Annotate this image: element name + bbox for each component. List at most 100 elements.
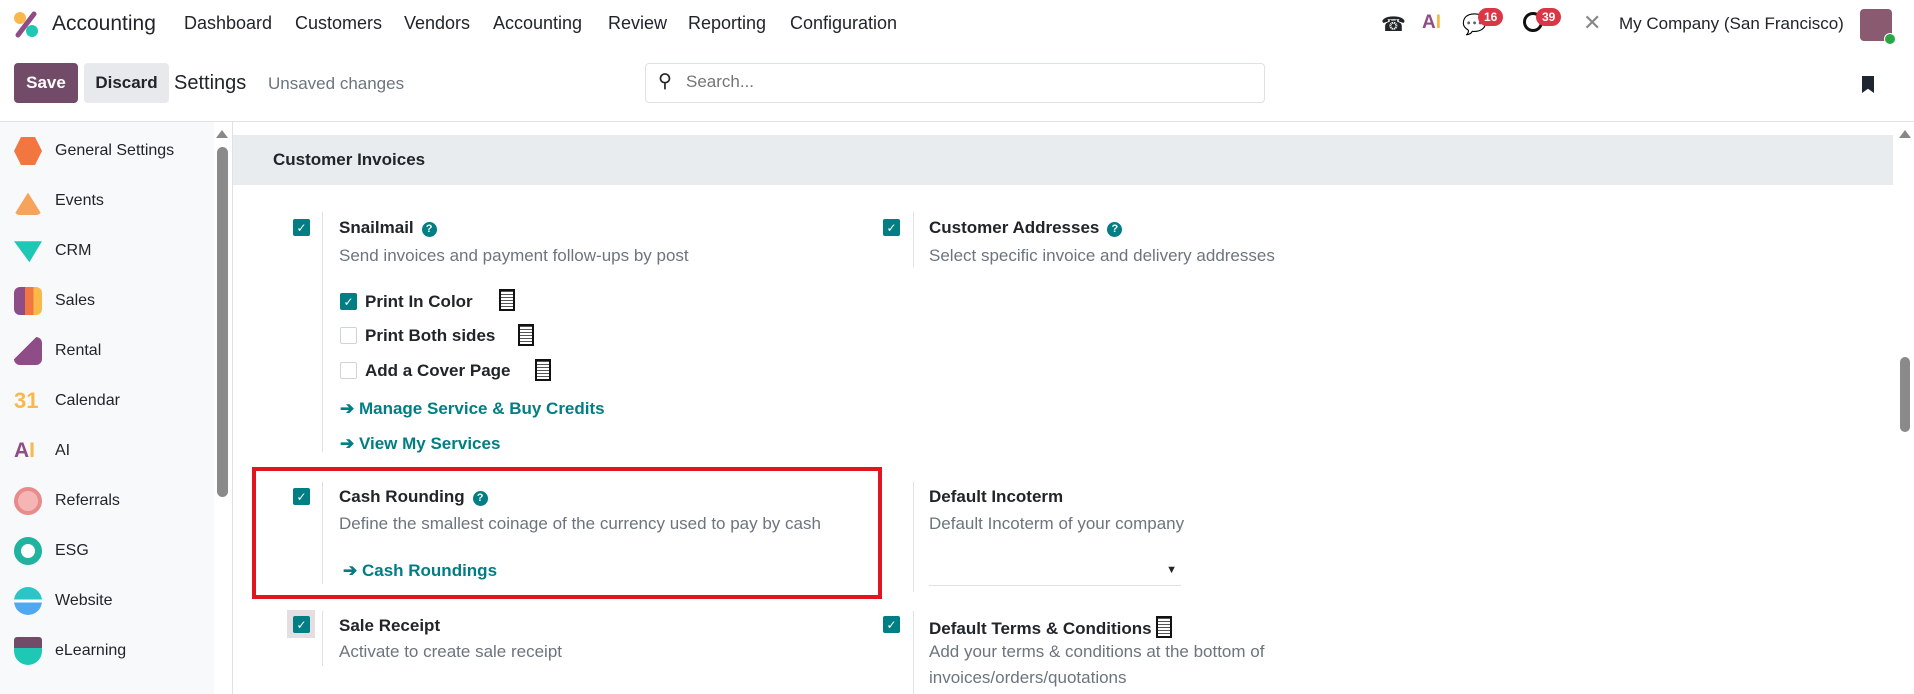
sidebar-scroll-up[interactable] (216, 130, 228, 138)
discard-button[interactable]: Discard (84, 63, 169, 103)
snailmail-label: Snailmail (339, 218, 414, 237)
divider (322, 611, 323, 666)
ai-icon[interactable]: AI (1422, 12, 1441, 34)
default-terms-desc-line1: Add your terms & conditions at the botto… (929, 642, 1265, 661)
main-scrollbar[interactable] (1900, 357, 1910, 432)
menu-vendors[interactable]: Vendors (404, 13, 470, 34)
company-building-icon (518, 324, 534, 346)
customer-addresses-label: Customer Addresses (929, 218, 1100, 237)
help-icon[interactable]: ? (472, 491, 488, 506)
general-settings-icon (14, 137, 42, 165)
divider (322, 482, 323, 584)
phone-icon[interactable]: ☎ (1381, 12, 1406, 37)
sidebar-divider (232, 122, 233, 694)
user-avatar[interactable] (1860, 9, 1896, 45)
sales-icon (14, 287, 42, 315)
print-both-sides-checkbox[interactable] (340, 327, 357, 344)
settings-sidebar: General Settings Events CRM Sales Rental… (0, 122, 214, 694)
snailmail-title: Snailmail? (339, 218, 437, 238)
sidebar-item-crm[interactable]: CRM (0, 231, 212, 271)
top-navbar: Accounting Dashboard Customers Vendors A… (0, 0, 1914, 50)
divider (0, 121, 1914, 122)
default-terms-label: Default Terms & Conditions (929, 619, 1152, 638)
menu-accounting[interactable]: Accounting (493, 13, 582, 34)
cash-roundings-link[interactable]: ➔ Cash Roundings (343, 561, 497, 581)
customer-addresses-desc: Select specific invoice and delivery add… (929, 246, 1275, 265)
crm-icon (14, 241, 42, 263)
debug-tools-icon[interactable]: ✕ (1583, 10, 1601, 36)
activities-badge: 39 (1536, 8, 1562, 26)
events-icon (14, 192, 42, 215)
sidebar-item-events[interactable]: Events (0, 181, 212, 221)
cash-rounding-checkbox[interactable]: ✓ (293, 488, 310, 505)
rental-key-icon (14, 337, 42, 365)
default-terms-title: Default Terms & Conditions (929, 616, 1173, 639)
company-building-icon (1156, 616, 1173, 638)
help-icon[interactable]: ? (421, 222, 437, 237)
arrow-right-icon: ➔ (340, 399, 359, 418)
snailmail-desc: Send invoices and payment follow-ups by … (339, 246, 689, 265)
print-both-sides-label: Print Both sides (365, 326, 496, 345)
incoterm-select[interactable]: ▼ (929, 560, 1181, 586)
default-incoterm-title: Default Incoterm (929, 487, 1064, 506)
sidebar-item-general-settings[interactable]: General Settings (0, 131, 212, 171)
print-in-color-label: Print In Color (365, 292, 473, 311)
snailmail-checkbox[interactable]: ✓ (293, 219, 310, 236)
sidebar-item-ai[interactable]: AI AI (0, 431, 212, 471)
sidebar-item-esg[interactable]: ESG (0, 531, 212, 571)
menu-reporting[interactable]: Reporting (688, 13, 766, 34)
sidebar-item-elearning[interactable]: eLearning (0, 631, 212, 671)
help-icon[interactable]: ? (1107, 222, 1123, 237)
link-label: Manage Service & Buy Credits (358, 399, 605, 418)
cash-rounding-title: Cash Rounding? (339, 487, 488, 507)
sidebar-item-calendar[interactable]: 31 Calendar (0, 381, 212, 421)
divider (913, 611, 914, 694)
ai-app-icon: AI (14, 439, 36, 462)
default-terms-desc-line2: invoices/orders/quotations (929, 668, 1127, 687)
app-logo-icon[interactable] (12, 10, 40, 38)
divider (322, 212, 323, 452)
elearning-icon (14, 637, 42, 665)
section-header: Customer Invoices (233, 135, 1893, 185)
sidebar-item-rental[interactable]: Rental (0, 331, 212, 371)
manage-credits-link[interactable]: ➔ Manage Service & Buy Credits (340, 399, 605, 419)
print-in-color-checkbox[interactable]: ✓ (340, 293, 357, 310)
menu-review[interactable]: Review (608, 13, 667, 34)
sidebar-item-referrals[interactable]: Referrals (0, 481, 212, 521)
divider (913, 212, 914, 267)
customer-addresses-title: Customer Addresses? (929, 218, 1123, 238)
calendar-icon: 31 (14, 388, 39, 413)
bookmark-icon[interactable] (1862, 76, 1874, 93)
menu-dashboard[interactable]: Dashboard (184, 13, 272, 34)
search-box[interactable]: ⚲ (645, 63, 1265, 103)
search-icon: ⚲ (658, 71, 672, 92)
sale-receipt-desc: Activate to create sale receipt (339, 642, 563, 661)
esg-icon (14, 537, 42, 565)
app-name[interactable]: Accounting (52, 12, 156, 36)
menu-customers[interactable]: Customers (295, 13, 382, 34)
cover-page-checkbox[interactable] (340, 362, 357, 379)
main-scroll-up[interactable] (1899, 130, 1911, 138)
sidebar-scrollbar[interactable] (217, 147, 228, 497)
search-input[interactable] (686, 72, 1246, 92)
company-building-icon (535, 359, 551, 381)
customer-addresses-checkbox[interactable]: ✓ (883, 219, 900, 236)
link-label: View My Services (358, 434, 501, 453)
website-icon (14, 587, 42, 615)
cash-rounding-desc: Define the smallest coinage of the curre… (339, 514, 821, 533)
sale-receipt-checkbox[interactable]: ✓ (293, 616, 310, 633)
cover-page-label: Add a Cover Page (365, 361, 511, 380)
save-button[interactable]: Save (14, 63, 78, 103)
section-title: Customer Invoices (273, 150, 426, 169)
arrow-right-icon: ➔ (340, 434, 359, 453)
view-services-link[interactable]: ➔ View My Services (340, 434, 500, 454)
menu-configuration[interactable]: Configuration (790, 13, 897, 34)
referrals-icon (14, 487, 42, 515)
sidebar-item-sales[interactable]: Sales (0, 281, 212, 321)
sale-receipt-title: Sale Receipt (339, 616, 441, 635)
default-incoterm-desc: Default Incoterm of your company (929, 514, 1185, 533)
link-label: Cash Roundings (361, 561, 498, 580)
sidebar-item-website[interactable]: Website (0, 581, 212, 621)
company-switcher[interactable]: My Company (San Francisco) (1619, 14, 1844, 34)
default-terms-checkbox[interactable]: ✓ (883, 616, 900, 633)
